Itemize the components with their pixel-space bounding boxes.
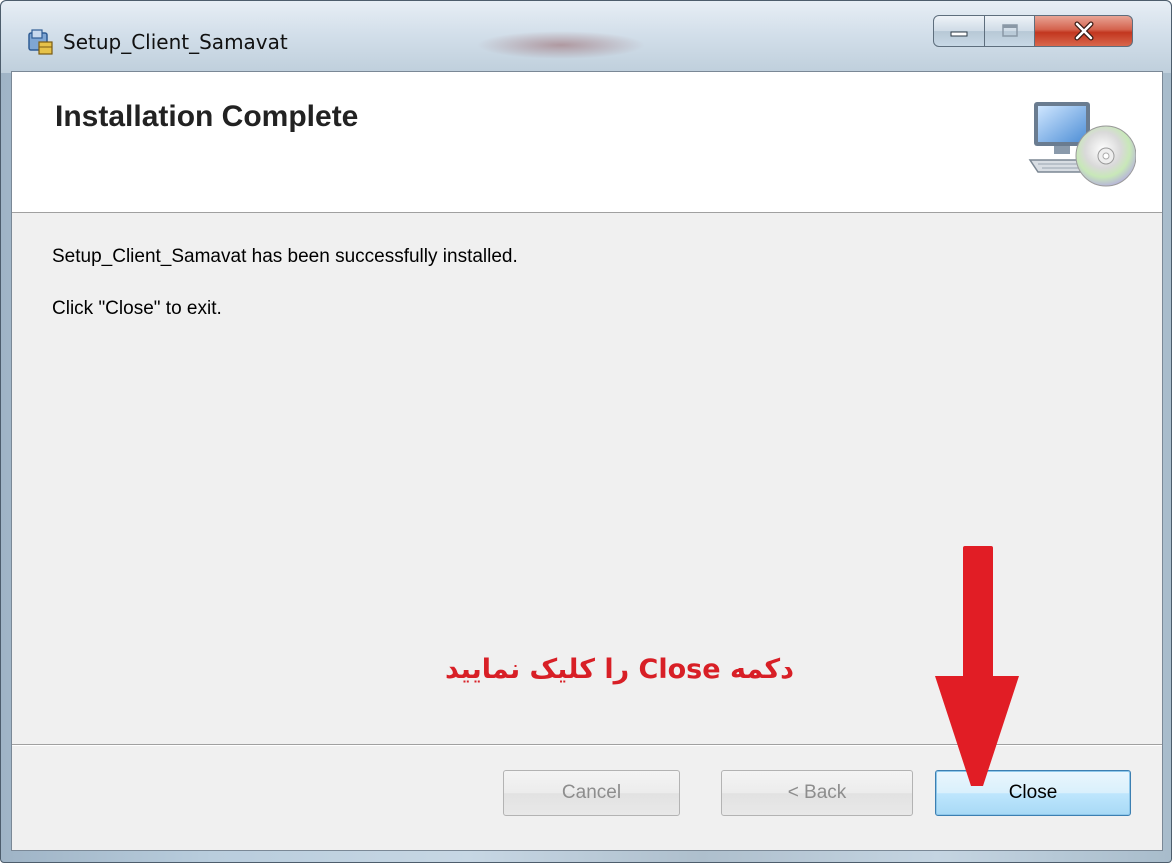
- window-close-button[interactable]: [1035, 15, 1133, 47]
- close-icon: [1074, 21, 1093, 41]
- minimize-button[interactable]: [933, 15, 985, 47]
- page-title: Installation Complete: [55, 100, 359, 133]
- installer-window: Setup_Client_Samavat Installation Comple…: [0, 0, 1172, 863]
- maximize-button: [985, 15, 1035, 47]
- title-bar[interactable]: Setup_Client_Samavat: [1, 1, 1171, 73]
- back-button: < Back: [721, 770, 913, 816]
- installer-icon: [28, 29, 53, 55]
- dialog-header: Installation Complete: [12, 72, 1162, 213]
- minimize-icon: [950, 31, 968, 37]
- success-message: Setup_Client_Samavat has been successful…: [52, 246, 518, 267]
- window-controls: [933, 15, 1133, 49]
- maximize-icon: [1001, 24, 1018, 37]
- window-title: Setup_Client_Samavat: [63, 30, 288, 54]
- annotation-text: دکمه Close را کلیک نمایید: [445, 654, 794, 685]
- cancel-button: Cancel: [503, 770, 680, 816]
- computer-cd-icon: [1028, 102, 1136, 187]
- exit-instruction: Click "Close" to exit.: [52, 298, 222, 319]
- arrow-down-icon: [935, 546, 1019, 786]
